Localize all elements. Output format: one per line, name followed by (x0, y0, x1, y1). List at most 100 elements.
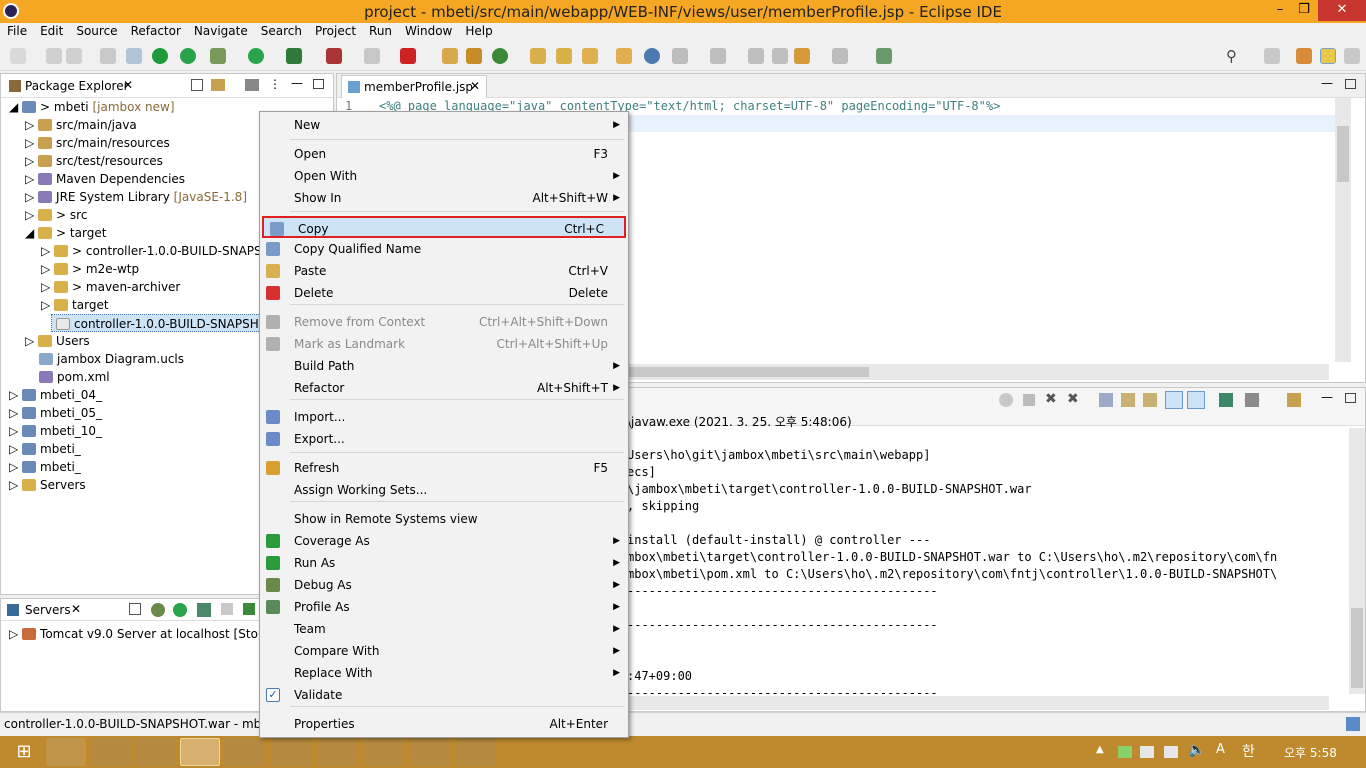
menu-item-import[interactable]: Import... (260, 406, 628, 428)
close-button[interactable]: ✕ (1318, 0, 1366, 21)
close-tab-icon[interactable]: ✕ (123, 78, 133, 92)
debug-server-icon[interactable] (151, 603, 165, 617)
horizontal-scrollbar[interactable] (629, 364, 1329, 380)
tree-item-project[interactable]: ▷ mbeti_ (9, 458, 81, 476)
explorer-taskbar-icon[interactable] (92, 738, 132, 766)
close-tab-icon[interactable]: ✕ (71, 602, 81, 616)
menu-item-profile-as[interactable]: Profile As ▶ (260, 596, 628, 618)
tree-item-src-test-resources[interactable]: ▷ src/test/resources (25, 152, 163, 170)
forward-icon[interactable] (832, 48, 848, 64)
menu-item-remove-from-context[interactable]: Remove from Context Ctrl+Alt+Shift+Down (260, 311, 628, 333)
vertical-scrollbar[interactable] (1349, 428, 1365, 694)
menu-item-new[interactable]: New ▶ (260, 114, 628, 136)
minimize-view-icon[interactable]: — (291, 76, 303, 90)
scroll-lock-icon[interactable] (1121, 393, 1135, 407)
menu-item-replace-with[interactable]: Replace With ▶ (260, 662, 628, 684)
package-explorer-tab[interactable]: Package Explorer (25, 79, 129, 93)
collapse-all-icon[interactable] (191, 79, 203, 91)
tree-item-project[interactable]: ▷ mbeti_10_ (9, 422, 102, 440)
open-console-icon[interactable] (1287, 393, 1301, 407)
menu-source[interactable]: Source (69, 23, 123, 38)
start-server-icon[interactable] (173, 603, 187, 617)
menu-run[interactable]: Run (362, 23, 398, 38)
refresh-green-icon[interactable] (180, 48, 196, 64)
notifications-icon[interactable] (1346, 717, 1360, 731)
pen-icon[interactable] (582, 48, 598, 64)
open-folder-icon[interactable] (556, 48, 572, 64)
last-edit-icon[interactable] (748, 48, 764, 64)
python-taskbar-icon[interactable] (410, 738, 450, 766)
prev-annotation-icon[interactable] (710, 48, 726, 64)
show-stderr-icon[interactable] (1187, 391, 1205, 409)
next-annotation-icon[interactable] (672, 48, 688, 64)
tree-item-maven-archiver[interactable]: ▷ > maven-archiver (41, 278, 180, 296)
menu-project[interactable]: Project (308, 23, 362, 38)
open-perspective-icon[interactable] (1264, 48, 1280, 64)
menu-item-debug-as[interactable]: Debug As ▶ (260, 574, 628, 596)
menu-refactor[interactable]: Refactor (124, 23, 187, 38)
java-perspective-icon[interactable] (1320, 48, 1336, 64)
menu-item-compare-with[interactable]: Compare With ▶ (260, 640, 628, 662)
tree-item-src-main-java[interactable]: ▷ src/main/java (25, 116, 137, 134)
menu-item-open[interactable]: Open F3 (260, 143, 628, 165)
edit-forward-icon[interactable] (772, 48, 788, 64)
start-button-icon[interactable]: ⊞ (4, 738, 44, 766)
tray-arrow-icon[interactable]: ▲ (1096, 744, 1104, 755)
debug-icon[interactable] (210, 48, 226, 64)
filter-icon[interactable] (245, 79, 259, 91)
terminate-icon[interactable] (1023, 394, 1035, 406)
package-icon[interactable] (466, 48, 482, 64)
scroll-thumb[interactable] (629, 367, 869, 377)
visual-studio-taskbar-icon[interactable] (136, 738, 176, 766)
chrome-taskbar-icon[interactable] (272, 738, 312, 766)
network-icon[interactable] (1164, 746, 1178, 758)
tree-item-mbeti[interactable]: ◢ > mbeti [jambox new] (9, 98, 175, 116)
ie-taskbar-icon[interactable] (46, 738, 86, 766)
kakaotalk-taskbar-icon[interactable] (456, 738, 496, 766)
menu-help[interactable]: Help (458, 23, 498, 38)
new-class-icon[interactable] (442, 48, 458, 64)
maximize-view-icon[interactable] (313, 79, 324, 89)
run-icon[interactable] (248, 48, 264, 64)
save-icon[interactable] (46, 48, 62, 64)
display-console-icon[interactable] (1245, 393, 1259, 407)
pin-icon[interactable] (1219, 393, 1233, 407)
stop-server-icon[interactable] (221, 603, 233, 615)
save-all-icon[interactable] (66, 48, 82, 64)
eclipse-taskbar-icon[interactable] (180, 738, 220, 766)
menu-item-delete[interactable]: Delete Delete (260, 282, 628, 304)
close-tab-icon[interactable]: ✕ (470, 79, 480, 93)
tree-item-project[interactable]: ▷ mbeti_ (9, 440, 81, 458)
menu-item-show-in-remote-systems-view[interactable]: Show in Remote Systems view (260, 508, 628, 530)
scroll-thumb[interactable] (1337, 126, 1349, 182)
scroll-thumb[interactable] (1351, 608, 1363, 688)
server-row-tomcat[interactable]: ▷ Tomcat v9.0 Server at localhost [Stopp… (9, 625, 281, 643)
minimize-editor-icon[interactable]: — (1321, 76, 1333, 90)
menu-item-coverage-as[interactable]: Coverage As ▶ (260, 530, 628, 552)
git-perspective-icon[interactable] (1344, 48, 1360, 64)
tree-item-pom[interactable]: pom.xml (39, 368, 110, 386)
menu-item-properties[interactable]: Properties Alt+Enter (260, 713, 628, 735)
tree-item-project[interactable]: ▷ mbeti_05_ (9, 404, 102, 422)
ime-mode-icon[interactable]: A (1216, 742, 1225, 757)
tree-item-src[interactable]: ▷ > src (25, 206, 87, 224)
link-editor-icon[interactable] (211, 79, 225, 91)
print-icon[interactable] (100, 48, 116, 64)
back-icon[interactable] (794, 48, 810, 64)
tray-app-icon[interactable] (1140, 746, 1154, 758)
tray-pen-icon[interactable] (1118, 746, 1132, 758)
tree-item-src-main-resources[interactable]: ▷ src/main/resources (25, 134, 170, 152)
remove-launch-icon[interactable]: ✖ (1045, 391, 1057, 407)
word-wrap-icon[interactable] (1143, 393, 1157, 407)
stop-icon[interactable] (364, 48, 380, 64)
clock[interactable]: 오후 5:58 (1284, 744, 1337, 761)
remove-all-icon[interactable]: ✖ (1067, 391, 1079, 407)
menu-item-validate[interactable]: ✓ Validate (260, 684, 628, 706)
paint-taskbar-icon[interactable] (224, 738, 264, 766)
maximize-editor-icon[interactable] (1345, 79, 1356, 89)
tree-item-users[interactable]: ▷ Users (25, 332, 90, 350)
coverage-icon[interactable] (286, 48, 302, 64)
menu-item-open-with[interactable]: Open With ▶ (260, 165, 628, 187)
menu-window[interactable]: Window (398, 23, 458, 38)
new-icon[interactable] (10, 48, 26, 64)
